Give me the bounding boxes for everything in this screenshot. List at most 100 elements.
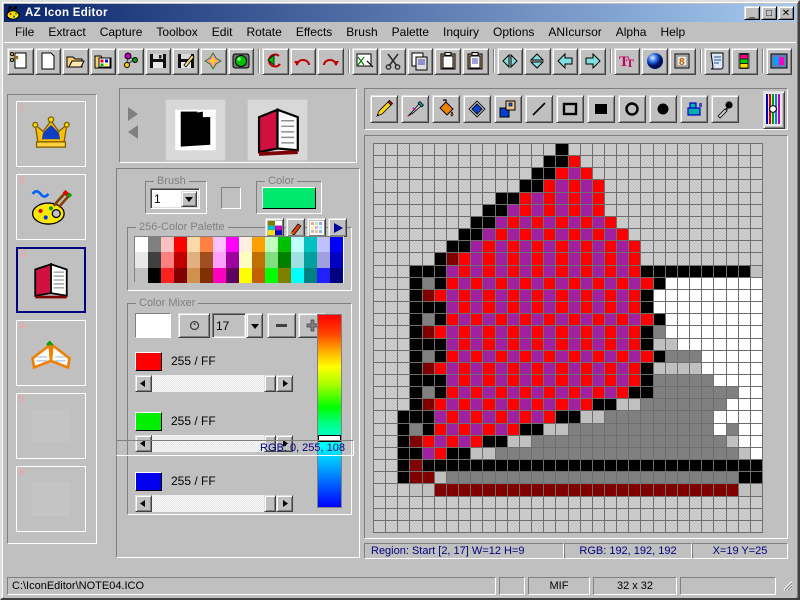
- canvas-pixel[interactable]: [568, 387, 580, 399]
- canvas-pixel[interactable]: [690, 362, 702, 374]
- canvas-pixel[interactable]: [750, 387, 762, 399]
- canvas-pixel[interactable]: [592, 216, 604, 229]
- canvas-pixel[interactable]: [726, 192, 738, 204]
- canvas-pixel[interactable]: [641, 241, 653, 253]
- canvas-pixel[interactable]: [374, 216, 386, 229]
- canvas-pixel[interactable]: [519, 289, 532, 302]
- canvas-pixel[interactable]: [386, 180, 398, 192]
- canvas-pixel[interactable]: [738, 241, 750, 253]
- canvas-pixel[interactable]: [604, 411, 617, 423]
- canvas-pixel[interactable]: [519, 496, 532, 508]
- canvas-pixel[interactable]: [726, 253, 738, 265]
- canvas-pixel[interactable]: [398, 302, 410, 314]
- canvas-pixel[interactable]: [714, 144, 726, 156]
- canvas-pixel[interactable]: [483, 265, 495, 277]
- canvas-pixel[interactable]: [544, 350, 556, 362]
- canvas-pixel[interactable]: [568, 204, 580, 216]
- canvas-pixel[interactable]: [374, 374, 386, 387]
- canvas-pixel[interactable]: [702, 484, 714, 496]
- canvas-pixel[interactable]: [386, 253, 398, 265]
- canvas-pixel[interactable]: [422, 168, 434, 180]
- canvas-pixel[interactable]: [738, 399, 750, 411]
- canvas-pixel[interactable]: [726, 508, 738, 520]
- canvas-pixel[interactable]: [604, 314, 617, 326]
- canvas-pixel[interactable]: [556, 338, 568, 350]
- canvas-pixel[interactable]: [714, 277, 726, 289]
- canvas-pixel[interactable]: [386, 314, 398, 326]
- menu-toolbox[interactable]: Toolbox: [149, 23, 204, 41]
- canvas-pixel[interactable]: [617, 435, 629, 447]
- canvas-pixel[interactable]: [677, 387, 690, 399]
- canvas-pixel[interactable]: [702, 460, 714, 472]
- canvas-pixel[interactable]: [665, 326, 677, 338]
- canvas-pixel[interactable]: [580, 289, 592, 302]
- canvas-pixel[interactable]: [495, 265, 507, 277]
- canvas-pixel[interactable]: [702, 435, 714, 447]
- canvas-pixel[interactable]: [398, 168, 410, 180]
- canvas-pixel[interactable]: [702, 508, 714, 520]
- canvas-pixel[interactable]: [629, 265, 641, 277]
- canvas-pixel[interactable]: [398, 411, 410, 423]
- ellipse-outline-tool[interactable]: [618, 95, 646, 123]
- canvas-pixel[interactable]: [483, 496, 495, 508]
- canvas-pixel[interactable]: [702, 350, 714, 362]
- palette-next-button[interactable]: [328, 218, 347, 237]
- canvas-pixel[interactable]: [604, 447, 617, 460]
- canvas-pixel[interactable]: [544, 496, 556, 508]
- canvas-pixel[interactable]: [677, 204, 690, 216]
- canvas-pixel[interactable]: [544, 253, 556, 265]
- canvas-pixel[interactable]: [665, 229, 677, 241]
- canvas-pixel[interactable]: [641, 314, 653, 326]
- canvas-pixel[interactable]: [580, 423, 592, 435]
- canvas-pixel[interactable]: [471, 374, 483, 387]
- canvas-pixel[interactable]: [726, 447, 738, 460]
- canvas-pixel[interactable]: [556, 229, 568, 241]
- canvas-pixel[interactable]: [617, 277, 629, 289]
- canvas-pixel[interactable]: [738, 460, 750, 472]
- canvas-pixel[interactable]: [629, 423, 641, 435]
- canvas-pixel[interactable]: [471, 447, 483, 460]
- canvas-pixel[interactable]: [702, 520, 714, 532]
- save-button[interactable]: [144, 47, 172, 75]
- canvas-pixel[interactable]: [410, 229, 422, 241]
- canvas-pixel[interactable]: [495, 435, 507, 447]
- canvas-pixel[interactable]: [386, 192, 398, 204]
- canvas-pixel[interactable]: [738, 204, 750, 216]
- canvas-pixel[interactable]: [592, 265, 604, 277]
- canvas-pixel[interactable]: [398, 204, 410, 216]
- canvas-pixel[interactable]: [544, 423, 556, 435]
- canvas-pixel[interactable]: [665, 289, 677, 302]
- canvas-pixel[interactable]: [434, 387, 446, 399]
- canvas-pixel[interactable]: [568, 229, 580, 241]
- canvas-pixel[interactable]: [519, 374, 532, 387]
- canvas-pixel[interactable]: [617, 144, 629, 156]
- canvas-pixel[interactable]: [750, 374, 762, 387]
- canvas-pixel[interactable]: [617, 302, 629, 314]
- ellipse-filled-tool[interactable]: [649, 95, 677, 123]
- canvas-pixel[interactable]: [459, 216, 471, 229]
- preview-button[interactable]: [765, 47, 793, 75]
- canvas-pixel[interactable]: [434, 180, 446, 192]
- canvas-pixel[interactable]: [714, 253, 726, 265]
- canvas-pixel[interactable]: [386, 460, 398, 472]
- palette-row[interactable]: [135, 237, 343, 253]
- canvas-pixel[interactable]: [519, 277, 532, 289]
- image-preview[interactable]: [247, 99, 308, 161]
- canvas-pixel[interactable]: [519, 241, 532, 253]
- canvas-pixel[interactable]: [495, 144, 507, 156]
- canvas-pixel[interactable]: [665, 472, 677, 484]
- canvas-pixel[interactable]: [653, 399, 665, 411]
- canvas-pixel[interactable]: [410, 168, 422, 180]
- canvas-pixel[interactable]: [386, 326, 398, 338]
- canvas-pixel[interactable]: [495, 387, 507, 399]
- canvas-pixel[interactable]: [653, 460, 665, 472]
- canvas-pixel[interactable]: [592, 374, 604, 387]
- canvas-pixel[interactable]: [556, 314, 568, 326]
- canvas-pixel[interactable]: [495, 350, 507, 362]
- canvas-pixel[interactable]: [495, 253, 507, 265]
- canvas-pixel[interactable]: [446, 460, 459, 472]
- canvas-pixel[interactable]: [434, 156, 446, 168]
- canvas-pixel[interactable]: [556, 435, 568, 447]
- canvas-pixel[interactable]: [580, 180, 592, 192]
- canvas-pixel[interactable]: [738, 156, 750, 168]
